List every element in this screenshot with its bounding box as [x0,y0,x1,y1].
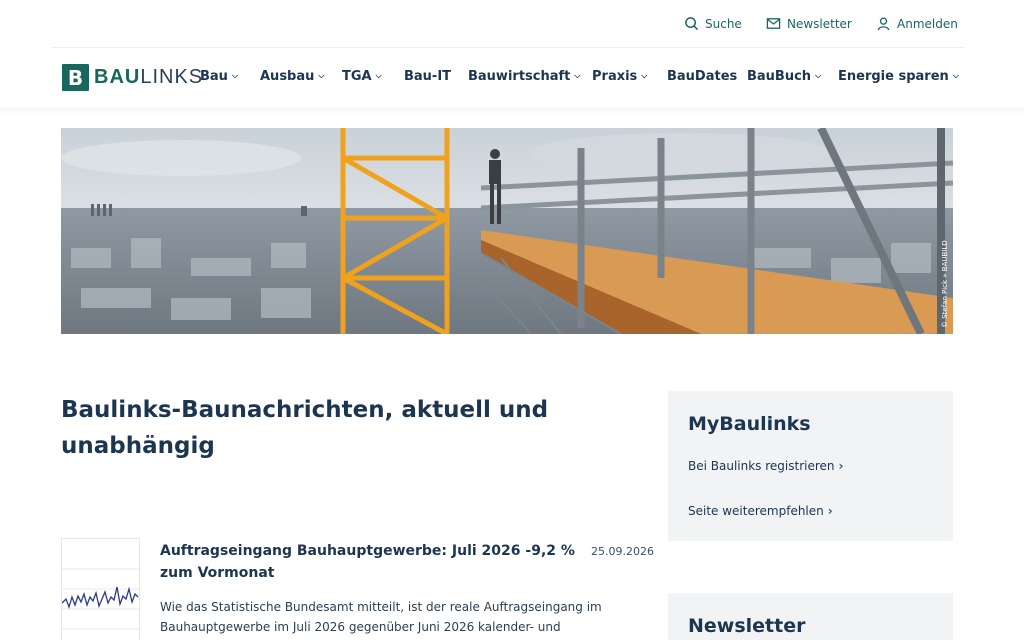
newsletter-title: Newsletter [688,615,806,637]
logo-mark: B [62,64,89,91]
nav-item-bau[interactable]: Bau ⌵ [200,69,238,84]
nav-item-ausbau[interactable]: Ausbau ⌵ [260,69,324,84]
chevron-down-icon: ⌵ [375,70,382,80]
search-icon [685,17,699,31]
baulinks-logo[interactable]: B BAULINKS [62,64,203,91]
login-link[interactable]: Anmelden [876,16,958,31]
page-title: Baulinks-Baunachrichten, aktuell und una… [61,397,549,459]
article-thumbnail[interactable] [61,538,140,640]
article-teaser-text: Wie das Statistische Bundesamt mitteilt,… [160,600,602,634]
nav-item-energie-sparen[interactable]: Energie sparen ⌵ [838,69,959,84]
hero-credit: © Stefan Pick » BAUBILD [941,240,949,328]
newsletter-link[interactable]: Newsletter [766,16,852,31]
mybaulinks-title: MyBaulinks [688,413,811,435]
search-label: Suche [705,16,742,31]
chevron-down-icon: ⌵ [815,70,822,80]
mail-icon [766,18,781,29]
chevron-down-icon: ⌵ [231,70,239,80]
nav-item-baudates[interactable]: BauDates [667,69,737,84]
recommend-link[interactable]: Seite weiterempfehlen › [688,504,833,518]
utility-bar: Suche Newsletter Anmelden [0,0,1024,48]
login-label: Anmelden [897,16,958,31]
logo-text: BAULINKS [94,66,204,88]
main-navigation: B BAULINKS Bau ⌵ Ausbau ⌵ TGA ⌵ Bau-IT Bauw… [0,48,1024,108]
chevron-down-icon: ⌵ [641,70,648,80]
nav-item-praxis[interactable]: Praxis ⌵ [592,69,647,84]
user-icon [877,17,890,31]
nav-item-bauwirtschaft[interactable]: Bauwirtschaft ⌵ [468,69,580,84]
search-link[interactable]: Suche [684,16,742,31]
mybaulinks-box: MyBaulinks Bei Baulinks registrieren › Se… [668,391,953,541]
chevron-right-icon: › [827,504,833,518]
nav-item-baubuch[interactable]: BauBuch ⌵ [747,69,821,84]
chevron-down-icon: ⌵ [574,70,581,80]
nav-item-tga[interactable]: TGA ⌵ [342,69,382,84]
chevron-right-icon: › [838,459,844,473]
article-date: 25.09.2026 [591,545,654,558]
nav-item-bau-it[interactable]: Bau-IT [404,69,451,84]
chevron-down-icon: ⌵ [318,70,325,80]
newsletter-box: Newsletter [668,593,953,640]
article-title[interactable]: Auftragseingang Bauhauptgewerbe: Juli 20… [160,540,580,584]
newsletter-label: Newsletter [787,16,852,31]
register-link[interactable]: Bei Baulinks registrieren › [688,459,843,473]
chevron-down-icon: ⌵ [952,70,959,80]
hero-image: © Stefan Pick » BAUBILD [61,128,953,334]
